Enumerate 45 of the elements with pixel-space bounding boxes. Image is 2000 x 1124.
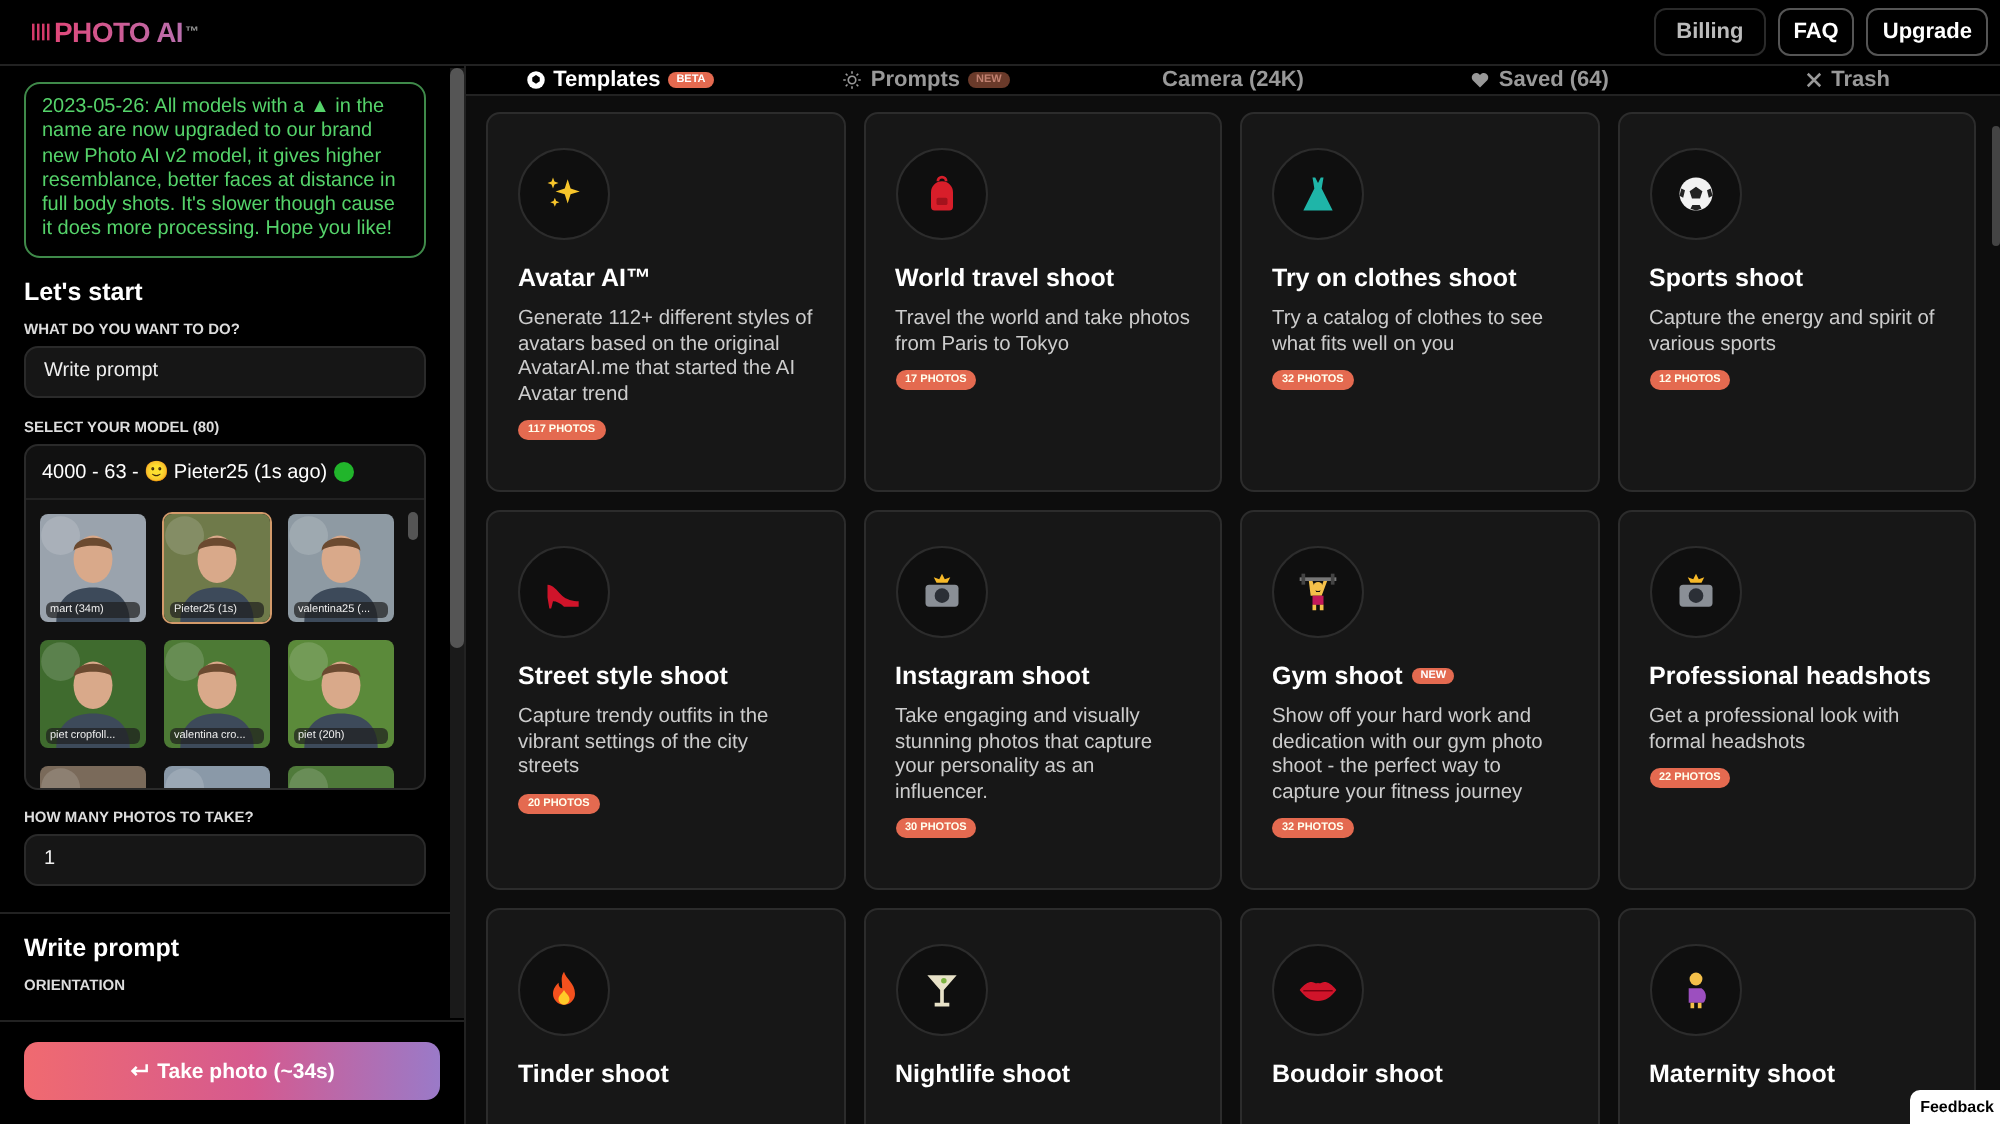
card-description: Get a professional look with formal headshots bbox=[1649, 706, 1902, 756]
header-button[interactable]: Upgrade bbox=[1866, 8, 1988, 56]
card-title: Street style shoot bbox=[518, 662, 728, 690]
sun-icon bbox=[842, 70, 863, 90]
header-button[interactable]: FAQ bbox=[1777, 8, 1855, 56]
selected-model[interactable]: 4000 - 63 - 🙂 Pieter25 (1s ago) bbox=[42, 459, 328, 484]
section-heading: Let's start bbox=[24, 277, 145, 306]
card-description: Generate 112+ different styles of avatars based on the original AvatarAI.me that started the AI Avatar trend bbox=[518, 308, 813, 408]
heart-icon bbox=[1470, 70, 1491, 90]
take-photo-button[interactable]: Take photo (~34s) bbox=[24, 1042, 440, 1100]
tab[interactable]: Saved (64) bbox=[1386, 66, 1694, 94]
card-title: Instagram shoot bbox=[895, 662, 1090, 690]
card-title: Tinder shoot bbox=[518, 1060, 669, 1088]
tab[interactable]: Trash bbox=[1693, 66, 2000, 94]
scrollbar-thumb[interactable] bbox=[408, 511, 418, 540]
template-card[interactable]: Tinder shoot bbox=[486, 908, 845, 1124]
task-select[interactable]: Write prompt bbox=[24, 345, 426, 398]
card-description: Capture trendy outfits in the vibrant settings of the city streets bbox=[518, 706, 771, 781]
photo-count-field[interactable]: 1 bbox=[24, 833, 426, 886]
card-title: Gym shoot bbox=[1272, 662, 1403, 690]
card-title: Professional headshots bbox=[1649, 662, 1932, 690]
card-title: Sports shoot bbox=[1649, 264, 1804, 292]
scrollbar-thumb[interactable] bbox=[450, 68, 464, 648]
section-heading: Write prompt bbox=[24, 933, 182, 962]
template-card[interactable]: Boudoir shoot bbox=[1240, 908, 1599, 1124]
card-title: Maternity shoot bbox=[1649, 1060, 1836, 1088]
card-title: Avatar AI™ bbox=[518, 264, 651, 292]
scrollbar-thumb[interactable] bbox=[1992, 126, 2000, 246]
notice-message: 2023-05-26: All models with a ▲ in the name are now upgraded to our brand new Photo AI v2 model, it gives higher resemblance, better faces at distance in full body shots. It's slower though cause it does more processing. Hope you like! bbox=[24, 82, 426, 258]
card-title: World travel shoot bbox=[895, 264, 1115, 292]
card-description: Take engaging and visually stunning photos that capture your personality as an influencer. bbox=[895, 706, 1155, 806]
header-button[interactable]: Billing bbox=[1654, 8, 1766, 56]
card-title: Nightlife shoot bbox=[895, 1060, 1070, 1088]
feedback-button[interactable]: Feedback bbox=[1910, 1090, 2000, 1124]
card-description: Show off your hard work and dedication with our gym photo shoot - the perfect way to capture your fitness journey bbox=[1272, 706, 1545, 806]
card-title: Boudoir shoot bbox=[1272, 1060, 1443, 1088]
close-icon bbox=[1803, 70, 1824, 90]
card-description: Capture the energy and spirit of various sports bbox=[1649, 308, 1937, 358]
template-card[interactable]: Nightlife shoot bbox=[863, 908, 1222, 1124]
card-description: Try a catalog of clothes to see what fits well on you bbox=[1272, 308, 1546, 358]
tab[interactable]: Camera (24K) bbox=[1079, 66, 1387, 94]
card-title: Try on clothes shoot bbox=[1272, 264, 1517, 292]
card-description: Travel the world and take photos from Paris to Tokyo bbox=[895, 308, 1190, 358]
return-icon bbox=[129, 1062, 150, 1080]
weightlifter-icon bbox=[1296, 570, 1340, 614]
